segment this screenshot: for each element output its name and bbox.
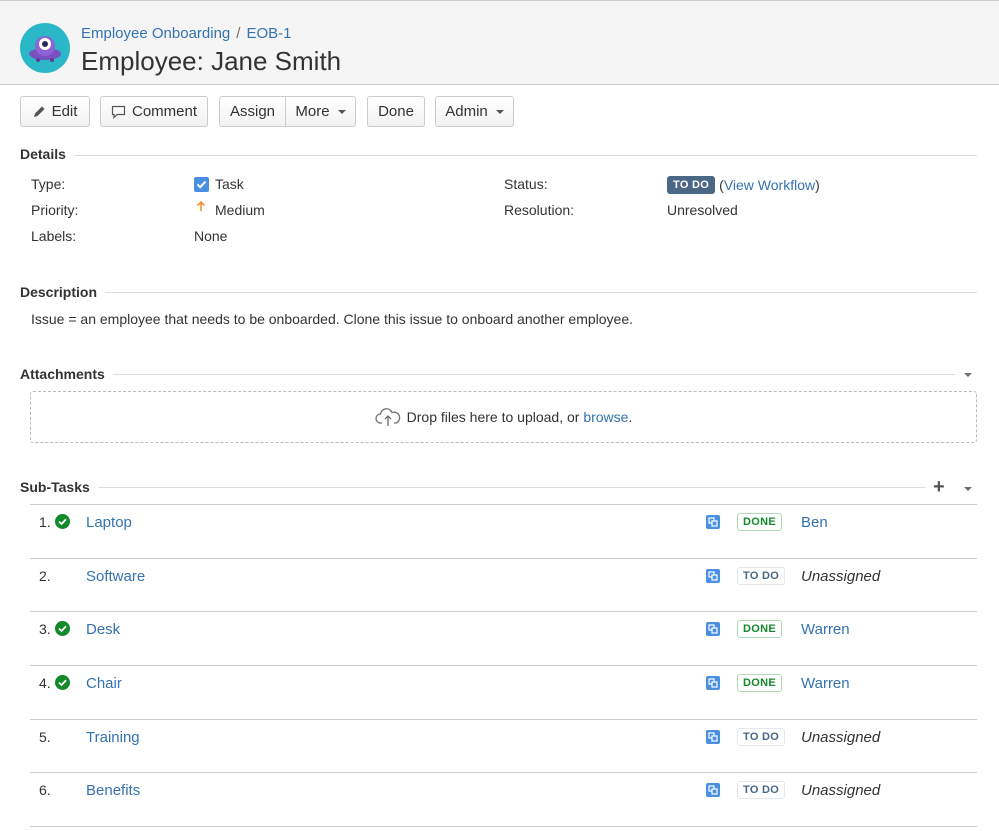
type-value: Task [194,176,244,192]
status-label: Status: [504,176,548,192]
status-badge: DONE [737,620,782,639]
subtask-type-icon [706,729,720,744]
chevron-down-icon [495,109,504,114]
subtask-assignee[interactable]: Ben [801,514,828,531]
edit-button[interactable]: Edit [20,96,90,127]
breadcrumb-separator: / [236,25,241,42]
status-badge: TO DO [737,566,786,585]
subtask-title-link[interactable]: Benefits [86,782,140,799]
resolution-label: Resolution: [504,202,575,218]
edit-button-label: Edit [51,103,78,120]
table-row: 1. Laptop DONE Ben [30,505,977,559]
comment-button[interactable]: Comment [100,96,208,127]
subtasks-heading[interactable]: Sub-Tasks [20,479,98,495]
project-avatar-icon[interactable] [20,23,70,73]
attachments-divider [20,374,955,375]
breadcrumb: Employee Onboarding / EOB-1 [81,25,291,42]
table-row: 5. Training TO DO Unassigned [30,720,977,774]
breadcrumb-issue-key-link[interactable]: EOB-1 [246,25,291,42]
browse-link[interactable]: browse [583,409,628,425]
details-divider [20,155,977,156]
subtasks-divider [20,487,925,488]
subtasks-table: 1. Laptop DONE Ben 2. Software TO DO Unassigned… [30,504,977,828]
labels-label: Labels: [31,228,77,244]
type-label: Type: [31,176,66,192]
description-divider [20,292,977,293]
status-badge: DONE [737,513,782,531]
attachments-options-chevron-down-icon[interactable] [964,373,972,377]
status-value: TO DO (View Workflow) [667,176,820,194]
subtask-assignee: Unassigned [801,567,881,585]
attachments-heading[interactable]: Attachments [20,366,113,382]
labels-value: None [194,228,228,244]
assign-button-label: Assign [229,103,276,120]
done-button[interactable]: Done [367,96,425,127]
description-heading[interactable]: Description [20,284,106,300]
subtask-title-link[interactable]: Desk [86,621,120,638]
status-badge: TO DO [737,727,786,746]
subtask-title-link[interactable]: Laptop [86,514,132,531]
assign-button[interactable]: Assign [219,96,286,127]
done-check-circle-icon [55,621,70,637]
admin-button[interactable]: Admin [435,96,514,127]
page-title: Employee: Jane Smith [81,46,342,76]
status-badge: TO DO [737,781,786,800]
subtask-title-link[interactable]: Training [86,729,140,746]
subtask-assignee: Unassigned [801,728,881,746]
subtask-number: 2. [39,567,51,584]
subtask-type-icon [706,568,720,583]
subtask-number: 1. [39,514,51,530]
breadcrumb-project-link[interactable]: Employee Onboarding [81,25,230,42]
done-check-circle-icon [55,514,70,529]
table-row: 2. Software TO DO Unassigned [30,559,977,613]
priority-value-text: Medium [215,202,265,218]
subtask-type-icon [706,622,720,637]
more-button-label: More [295,103,330,120]
view-workflow-close-paren: ) [815,177,820,193]
add-subtask-plus-icon[interactable]: + [933,476,945,498]
comment-icon [111,105,126,119]
subtask-title-link[interactable]: Chair [86,675,122,692]
dropzone-text: Drop files here to upload, or [406,409,580,425]
subtask-type-icon [706,515,720,529]
subtask-title-link[interactable]: Software [86,568,145,585]
pencil-icon [33,105,46,118]
table-row: 3. Desk DONE Warren [30,612,977,667]
chevron-down-icon [337,109,346,114]
type-value-text: Task [215,176,244,192]
subtask-assignee: Unassigned [801,782,881,800]
subtask-assignee[interactable]: Warren [801,621,850,638]
priority-label: Priority: [31,202,79,218]
cloud-upload-icon [375,407,401,427]
more-button[interactable]: More [286,96,356,127]
description-text[interactable]: Issue = an employee that needs to be onb… [31,311,633,327]
priority-value: Medium [194,200,265,218]
admin-button-label: Admin [445,103,488,120]
task-checkbox-icon [194,176,209,192]
subtask-type-icon [706,676,720,691]
resolution-value: Unresolved [667,202,738,218]
subtasks-options-chevron-down-icon[interactable] [964,487,972,491]
table-row: 4. Chair DONE Warren [30,666,977,720]
subtask-type-icon [706,783,720,798]
subtask-number: 6. [39,782,51,799]
status-badge: DONE [737,674,782,693]
subtask-assignee[interactable]: Warren [801,675,850,692]
dropzone-period: . [628,409,633,425]
done-button-label: Done [378,103,414,120]
details-heading[interactable]: Details [20,146,74,162]
comment-button-label: Comment [131,103,198,120]
status-badge: TO DO [667,176,716,194]
priority-medium-arrow-icon [196,200,206,211]
attachment-dropzone[interactable]: Drop files here to upload, or browse. [30,391,977,443]
view-workflow-link[interactable]: View Workflow [724,177,815,193]
issue-header: Employee Onboarding / EOB-1 Employee: Jane… [0,0,999,85]
done-check-circle-icon [55,675,70,691]
subtask-number: 3. [39,621,51,638]
table-row: 6. Benefits TO DO Unassigned [30,773,977,828]
subtask-number: 4. [39,675,51,692]
subtask-number: 5. [39,728,51,745]
